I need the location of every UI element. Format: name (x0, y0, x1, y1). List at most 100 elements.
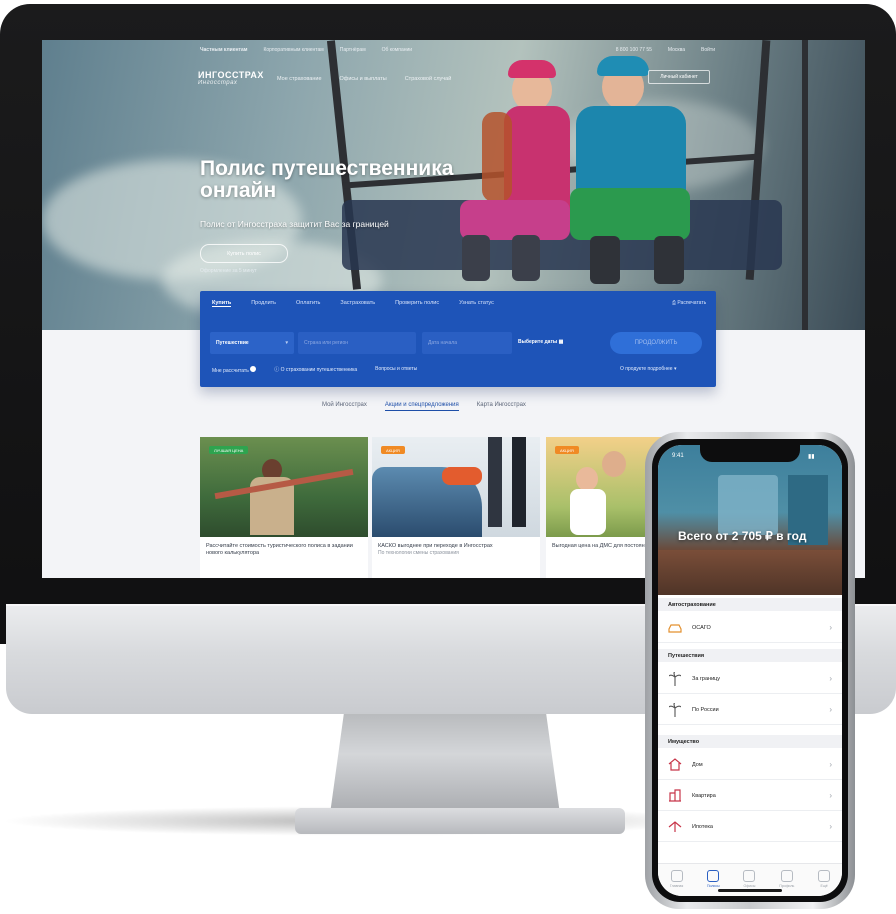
section-header: Путешествия (658, 649, 842, 662)
tab-label: Главная (669, 884, 684, 888)
insurance-type-value: Путешествие (216, 340, 249, 346)
content-tabs: Мой Ингосстрах Акции и спецпредложения К… (322, 402, 526, 411)
signin-link[interactable]: Войти (701, 47, 715, 53)
topnav-link-partners[interactable]: Партнёрам (340, 47, 366, 53)
start-date-input[interactable]: Дата начала (422, 332, 512, 354)
man-boot (654, 236, 684, 284)
woman-boot (462, 235, 490, 281)
hero-note: Оформление за 5 минут (200, 268, 257, 274)
list-item-mortgage[interactable]: Ипотека › (658, 812, 842, 842)
calc-tab-status[interactable]: Узнать статус (459, 300, 494, 307)
list-item-label: Квартира (692, 792, 716, 799)
card-text: Рассчитайте стоимость туристического пол… (206, 543, 353, 556)
card-tag: АКЦИЯ (381, 446, 405, 454)
list-item-label: По России (692, 706, 719, 713)
chevron-right-icon: › (829, 674, 832, 683)
print-link[interactable]: ⎙ Распечатать (672, 300, 706, 306)
tab-home[interactable]: Главная (670, 870, 683, 888)
product-details-label: О продукте подробнее (620, 366, 673, 372)
tab-offices[interactable]: Офисы (743, 870, 756, 888)
tab-label: Полисы (707, 884, 720, 888)
tab-more[interactable]: Ещё (818, 870, 831, 888)
list-item-house[interactable]: Дом › (658, 750, 842, 780)
print-label: Распечатать (677, 300, 707, 306)
monitor-stand-base (295, 808, 625, 834)
buy-policy-button[interactable]: Купить полис (200, 244, 288, 263)
continue-button[interactable]: ПРОДОЛЖИТЬ (610, 332, 702, 354)
chevron-right-icon: › (829, 623, 832, 632)
mobile-app: 9:41 ▮▮ Всего от 2 705 ₽ в год Автострах… (658, 445, 842, 896)
home-icon (670, 870, 683, 882)
list-item-apartment[interactable]: Квартира › (658, 781, 842, 811)
section-header: Автострахование (658, 598, 842, 611)
calc-tab-renew[interactable]: Продлить (251, 300, 276, 307)
battery-icon: ▮▮ (808, 454, 815, 460)
tab-label: Ещё (820, 884, 828, 888)
tab-policies[interactable]: Полисы (707, 870, 720, 888)
calc-options: Мне рассчитать ⓘ О страховании путешеств… (212, 366, 417, 374)
site-logo[interactable]: ИНГОССТРАХ Ингосстрах (198, 70, 264, 86)
child-head (576, 467, 598, 491)
top-navigation: Частным клиентам Корпоративным клиентам … (42, 40, 865, 60)
woman-pants (460, 200, 570, 240)
mainnav-offices[interactable]: Офисы и выплаты (340, 76, 387, 82)
mainnav-my-insurance[interactable]: Мое страхование (277, 76, 322, 82)
topnav-link-about[interactable]: Об компании (382, 47, 412, 53)
topnav-link-corporate[interactable]: Корпоративным клиентам (263, 47, 323, 53)
mortgage-icon (668, 820, 682, 834)
choose-dates-label: Выберите даты (518, 339, 558, 345)
chevron-right-icon: › (829, 760, 832, 769)
tab-promotions[interactable]: Акции и спецпредложения (384, 402, 459, 411)
phone-notch (700, 445, 800, 462)
list-item-abroad[interactable]: За границу › (658, 664, 842, 694)
card-tag: АКЦИЯ (555, 446, 579, 454)
promo-card[interactable]: АКЦИЯ КАСКО выгоднее при переходе в Инго… (372, 437, 540, 578)
calc-option-faq[interactable]: Вопросы и ответы (375, 366, 417, 374)
apartment-icon (668, 789, 682, 803)
man-pants (570, 188, 690, 240)
calc-tab-insure[interactable]: Застраховать (340, 300, 375, 307)
calc-tabs: Купить Продлить Оплатить Застраховать Пр… (212, 300, 494, 307)
card-text-main: КАСКО выгоднее при переходе в Ингосстрах (378, 543, 493, 549)
phone-number[interactable]: 8 800 100 77 55 (616, 47, 652, 53)
more-icon (818, 870, 831, 882)
calc-option-label: О страховании путешественника (280, 367, 358, 373)
promo-card[interactable]: ЛУЧШАЯ ЦЕНА Рассчитайте стоимость турист… (200, 437, 368, 578)
country-input[interactable]: Страна или регион (298, 332, 416, 354)
home-indicator (718, 889, 782, 892)
logo-subtext: Ингосстрах (198, 80, 238, 86)
tab-label: Офисы (743, 884, 756, 888)
calc-tab-pay[interactable]: Оплатить (296, 300, 320, 307)
woman-boot (512, 235, 540, 281)
person-legs (512, 437, 526, 527)
woman-hat (508, 60, 556, 78)
parent-head (602, 451, 626, 477)
card-text-note: По технологии смены страхования (378, 550, 459, 556)
calc-tab-buy[interactable]: Купить (212, 300, 232, 307)
tab-label: Профиль (779, 884, 795, 888)
hero-subtitle: Полис от Ингосстраха защитит Вас за гран… (200, 219, 389, 229)
calendar-icon: ▦ (558, 339, 564, 345)
sofa-shape (658, 550, 842, 595)
choose-dates-link[interactable]: Выберите даты ▦ (518, 339, 563, 345)
tab-profile[interactable]: Профиль (779, 870, 794, 888)
mobile-hero (658, 445, 842, 595)
city-selector[interactable]: Москва (668, 47, 685, 53)
personal-cabinet-button[interactable]: Личный кабинет (648, 70, 710, 84)
office-icon (743, 870, 756, 882)
list-item-osago[interactable]: ОСАГО › (658, 613, 842, 643)
tab-card[interactable]: Карта Ингосстрах (477, 402, 526, 411)
calc-option-calculate[interactable]: Мне рассчитать (212, 366, 257, 374)
chevron-right-icon: › (829, 791, 832, 800)
chevron-right-icon: › (829, 705, 832, 714)
product-details-link[interactable]: О продукте подробнее ▾ (620, 366, 676, 372)
calc-option-about[interactable]: ⓘ О страховании путешественника (274, 366, 357, 374)
tab-my-ingosstrakh[interactable]: Мой Ингосстрах (322, 402, 367, 411)
topnav-link-private[interactable]: Частным клиентам (200, 47, 247, 53)
list-item-russia[interactable]: По России › (658, 695, 842, 725)
calc-tab-check[interactable]: Проверить полис (395, 300, 439, 307)
hero-banner: Частным клиентам Корпоративным клиентам … (42, 40, 865, 330)
person-legs (488, 437, 502, 527)
mainnav-claims[interactable]: Страховой случай (405, 76, 452, 82)
insurance-type-select[interactable]: Путешествие ▾ (210, 332, 294, 354)
